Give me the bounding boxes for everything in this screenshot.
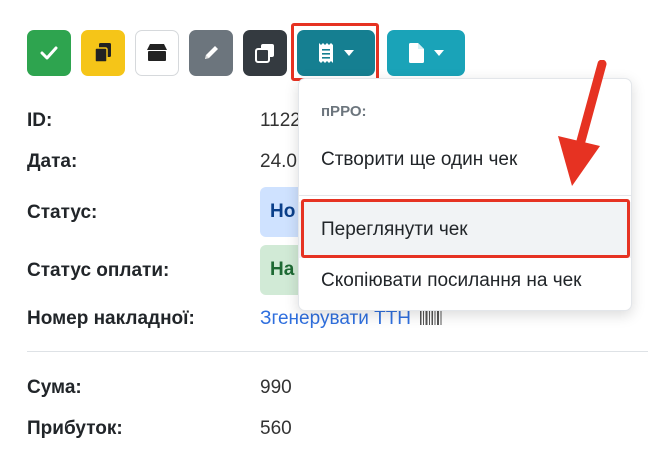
check-button[interactable]: [27, 30, 71, 76]
box-icon: [147, 44, 167, 61]
annotation-arrow-icon: [558, 60, 607, 186]
generate-ttn-text: Згенерувати ТТН: [260, 308, 412, 329]
invoice-number-label: Номер накладної:: [27, 308, 195, 329]
document-dropdown-button[interactable]: [387, 30, 465, 76]
barcode-icon: [420, 309, 442, 325]
divider: [27, 351, 648, 352]
copy-button[interactable]: [81, 30, 125, 76]
sum-value: 990: [260, 377, 292, 398]
date-label: Дата:: [27, 151, 78, 172]
menu-item-copy-receipt-link[interactable]: Скопіювати посилання на чек: [321, 270, 582, 292]
document-icon: [408, 43, 424, 63]
pencil-icon: [205, 46, 218, 59]
check-icon: [40, 46, 58, 60]
menu-divider: [299, 195, 631, 196]
status-label: Статус:: [27, 202, 98, 223]
chevron-down-icon: [433, 50, 444, 56]
id-label: ID:: [27, 110, 53, 131]
sum-label: Сума:: [27, 377, 82, 398]
highlight-box: [291, 23, 379, 81]
id-value: 1122: [260, 110, 301, 131]
payment-status-label: Статус оплати:: [27, 260, 170, 281]
profit-value: 560: [260, 418, 292, 439]
box-button[interactable]: [135, 30, 179, 76]
edit-button[interactable]: [189, 30, 233, 76]
copy-icon: [94, 43, 111, 63]
highlight-box: [301, 199, 630, 258]
generate-ttn-link[interactable]: Згенерувати ТТН: [260, 308, 442, 330]
duplicate-icon: [255, 44, 274, 63]
menu-item-create-receipt[interactable]: Створити ще один чек: [321, 149, 517, 171]
profit-label: Прибуток:: [27, 418, 123, 439]
duplicate-button[interactable]: [243, 30, 287, 76]
date-value: 24.0: [260, 151, 297, 172]
menu-header: пРРО:: [321, 103, 367, 120]
